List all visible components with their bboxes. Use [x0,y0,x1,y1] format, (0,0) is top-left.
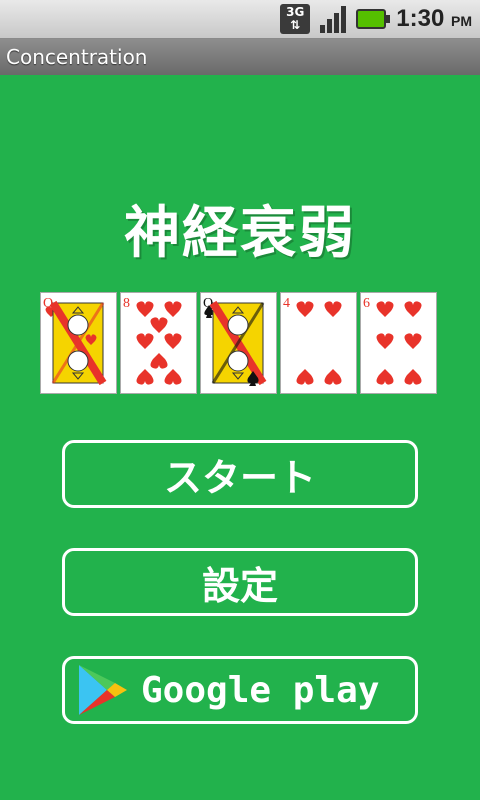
card-rank: 8 [123,296,130,311]
card-rank: 4 [283,296,290,311]
card-queen-hearts: Q [40,292,117,394]
card-eight-hearts: 8 [120,292,197,394]
clock: 1:30 PM [396,5,472,32]
app-title-bar: Concentration [0,39,480,75]
battery-charging-icon [356,9,391,29]
game-title: 神経衰弱 [124,200,356,266]
app-title: Concentration [6,45,148,69]
google-play-button[interactable]: Google play [62,656,418,724]
card-row: Q 8 Q 4 6 [40,292,437,394]
card-six-hearts: 6 [360,292,437,394]
card-rank: 6 [363,296,370,311]
google-play-button-label: Google play [141,669,380,711]
card-queen-spades: Q [200,292,277,394]
start-button-label: スタート [163,454,316,500]
network-3g-icon: 3G ⇅ [280,4,311,34]
status-bar: 3G ⇅ 1:30 PM [0,0,480,39]
settings-button[interactable]: 設定 [62,548,418,616]
start-button[interactable]: スタート [62,440,418,508]
signal-strength-icon [320,5,347,33]
settings-button-label: 設定 [201,562,278,608]
card-four-hearts: 4 [280,292,357,394]
google-play-icon [79,665,127,715]
